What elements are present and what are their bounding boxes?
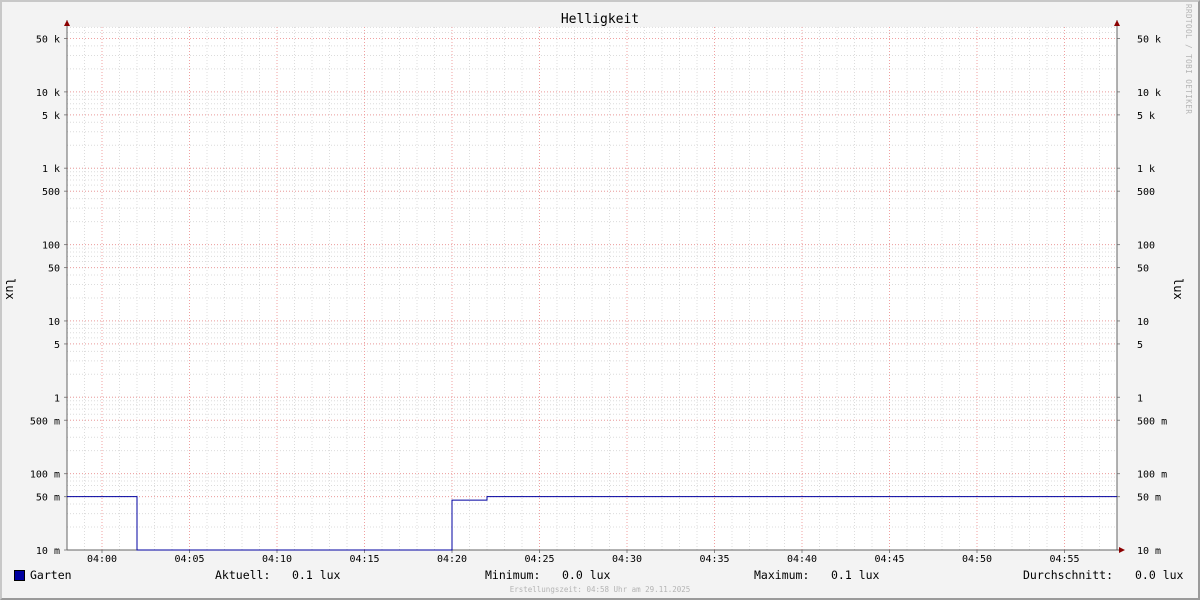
y-tick-label-right: 1 [1137, 393, 1143, 404]
legend-max-label: Maximum: [754, 568, 810, 582]
y-tick-label-left: 1 k [42, 164, 60, 175]
legend-current-label: Aktuell: [215, 568, 271, 582]
x-tick-label: 04:35 [699, 554, 729, 565]
y-tick-label-right: 500 [1137, 187, 1155, 198]
legend-max-value: 0.1 lux [831, 568, 880, 582]
y-tick-label-left: 50 m [36, 493, 60, 504]
x-tick-label: 04:20 [437, 554, 467, 565]
x-tick-label: 04:15 [349, 554, 379, 565]
legend-avg-label: Durchschnitt: [1023, 568, 1114, 582]
legend-min-value: 0.0 lux [562, 568, 611, 582]
y-axis-label-left: lux [3, 278, 17, 300]
y-tick-label-left: 1 [54, 393, 60, 404]
creation-timestamp: Erstellungszeit: 04:58 Uhr am 29.11.2025 [509, 585, 691, 594]
y-tick-label-left: 5 k [42, 111, 60, 122]
chart-title: Helligkeit [561, 12, 639, 27]
y-axis-arrow-right [1114, 20, 1120, 26]
y-tick-label-right: 5 [1137, 340, 1143, 351]
legend-swatch-garten [14, 570, 25, 581]
legend-min-label: Minimum: [485, 568, 541, 582]
x-tick-label: 04:40 [787, 554, 817, 565]
y-axis-arrow-left [64, 20, 70, 26]
y-tick-label-left: 10 m [36, 546, 60, 557]
watermark: RRDTOOL / TOBI OETIKER [1184, 4, 1193, 115]
y-tick-label-right: 10 k [1137, 88, 1161, 99]
x-tick-label: 04:55 [1049, 554, 1079, 565]
y-tick-label-left: 50 k [36, 35, 60, 46]
y-tick-label-left: 10 [48, 317, 60, 328]
x-tick-label: 04:25 [524, 554, 554, 565]
y-tick-label-left: 100 [42, 241, 60, 252]
y-tick-label-right: 10 m [1137, 546, 1161, 557]
y-tick-label-left: 100 m [30, 470, 60, 481]
x-tick-label: 04:00 [87, 554, 117, 565]
y-tick-label-left: 500 m [30, 416, 60, 427]
y-tick-label-right: 100 [1137, 241, 1155, 252]
y-tick-label-left: 10 k [36, 88, 60, 99]
x-tick-label: 04:45 [874, 554, 904, 565]
y-tick-label-left: 50 [48, 264, 60, 275]
x-tick-label: 04:05 [174, 554, 204, 565]
y-axis-label-right: lux [1171, 278, 1185, 300]
y-tick-label-right: 50 k [1137, 35, 1161, 46]
x-tick-label: 04:30 [612, 554, 642, 565]
legend-series-name: Garten [30, 568, 72, 582]
y-tick-label-right: 5 k [1137, 111, 1155, 122]
x-tick-label: 04:50 [962, 554, 992, 565]
y-tick-label-right: 500 m [1137, 416, 1167, 427]
chart-canvas: 50 k 50 k10 k 10 k5 k5 k1 k1 k500 500100 100… [30, 12, 1167, 565]
legend-current-value: 0.1 lux [292, 568, 341, 582]
y-tick-label-right: 10 [1137, 317, 1149, 328]
y-tick-label-right: 1 k [1137, 164, 1155, 175]
x-tick-label: 04:10 [262, 554, 292, 565]
y-tick-label-right: 50 [1137, 264, 1149, 275]
x-axis-arrow [1119, 547, 1125, 553]
legend-avg-value: 0.0 lux [1135, 568, 1184, 582]
y-tick-label-right: 50 m [1137, 493, 1161, 504]
y-tick-label-left: 500 [42, 187, 60, 198]
y-tick-label-right: 100 m [1137, 470, 1167, 481]
y-tick-label-left: 5 [54, 340, 60, 351]
